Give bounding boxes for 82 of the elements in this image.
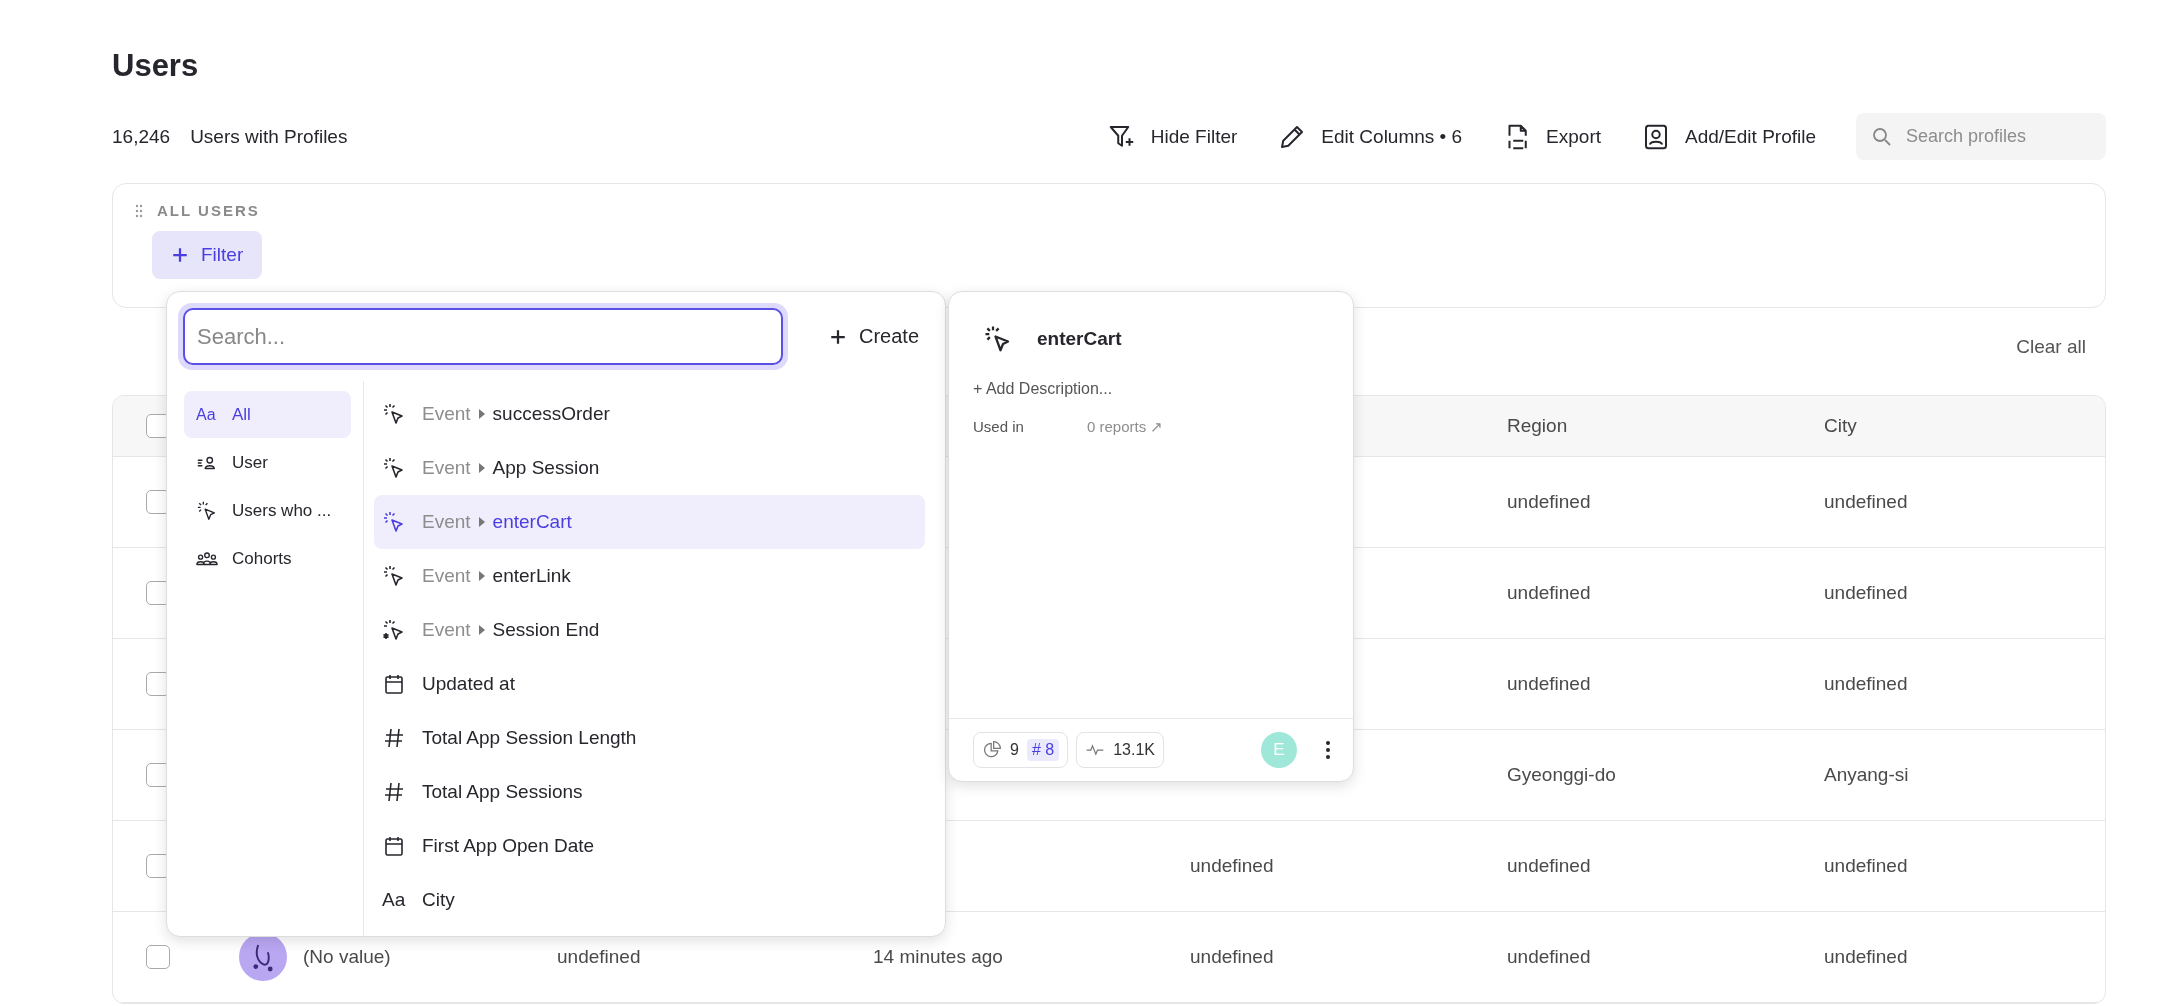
caret-icon xyxy=(478,463,485,473)
pie-chart-icon xyxy=(982,740,1002,760)
add-filter-button[interactable]: Filter xyxy=(152,231,263,279)
item-type-label: Event xyxy=(422,403,471,425)
category-item[interactable]: Cohorts xyxy=(184,535,351,582)
cursor-click-icon xyxy=(382,402,406,426)
text-type-icon: Aa xyxy=(196,405,218,424)
category-item[interactable]: User xyxy=(184,439,351,486)
table-cell: undefined xyxy=(1824,855,1908,877)
property-item[interactable]: Event successOrder xyxy=(374,387,925,441)
csv-tool-button[interactable]: Export xyxy=(1502,121,1602,152)
category-item[interactable]: Aa All xyxy=(184,391,351,438)
count-label: Users with Profiles xyxy=(190,125,348,148)
table-cell: undefined xyxy=(1824,946,1908,968)
cursor-click-icon xyxy=(382,510,406,534)
more-options-icon[interactable] xyxy=(1325,740,1331,760)
property-item[interactable]: Event enterCart xyxy=(374,495,925,549)
drag-handle-icon[interactable] xyxy=(135,203,143,218)
pencil-tool-button[interactable]: Edit Columns • 6 xyxy=(1277,121,1463,152)
menu-search-field[interactable]: Search... xyxy=(183,308,783,365)
caret-icon xyxy=(478,625,485,635)
clear-all-button[interactable]: Clear all xyxy=(2016,336,2086,358)
caret-icon xyxy=(478,517,485,527)
table-cell: Gyeonggi-do xyxy=(1507,764,1616,786)
property-item[interactable]: First App Open Date xyxy=(374,819,925,873)
cursor-click-icon xyxy=(382,564,406,588)
table-cell: undefined xyxy=(1507,582,1591,604)
table-cell: undefined xyxy=(1824,491,1908,513)
tag-count: # 8 xyxy=(1026,739,1060,761)
table-cell: undefined xyxy=(1190,946,1274,968)
search-input[interactable]: Search profiles xyxy=(1906,113,2096,160)
property-item[interactable]: Event App Session xyxy=(374,441,925,495)
property-item[interactable]: Event enterLink xyxy=(374,549,925,603)
caret-icon xyxy=(478,409,485,419)
cursor-click-icon xyxy=(196,499,218,522)
column-header[interactable]: City xyxy=(1824,415,1857,437)
table-cell: undefined xyxy=(1824,673,1908,695)
cursor-click-icon xyxy=(382,618,406,642)
owner-avatar: E xyxy=(1261,732,1297,768)
item-type-label: Event xyxy=(422,565,471,587)
table-cell: undefined xyxy=(1507,946,1591,968)
calendar-icon xyxy=(382,672,406,696)
item-type-label: Event xyxy=(422,511,471,533)
reports-count: 9 xyxy=(1010,741,1019,759)
property-item[interactable]: Event Session End xyxy=(374,603,925,657)
item-type-label: Event xyxy=(422,619,471,641)
filter-tool-button[interactable]: Hide Filter xyxy=(1106,121,1238,152)
add-description-link[interactable]: + Add Description... xyxy=(973,380,1113,398)
plus-icon xyxy=(171,246,189,264)
calendar-icon xyxy=(382,834,406,858)
page-title: Users xyxy=(112,47,200,85)
plus-icon xyxy=(828,327,847,346)
table-cell: undefined xyxy=(1824,582,1908,604)
property-item[interactable]: Total App Sessions xyxy=(374,765,925,819)
text-type-icon: Aa xyxy=(382,889,406,911)
event-volume: 13.1K xyxy=(1113,741,1155,759)
hash-icon xyxy=(382,726,406,750)
item-type-label: Event xyxy=(422,457,471,479)
table-cell: undefined xyxy=(557,946,641,968)
table-cell: undefined xyxy=(1507,673,1591,695)
profile-tool-button[interactable]: Add/Edit Profile xyxy=(1641,121,1816,152)
used-in-label: Used in xyxy=(973,418,1025,436)
search-field[interactable]: Search profiles xyxy=(1856,113,2106,160)
column-header[interactable]: Region xyxy=(1507,415,1568,437)
hash-icon xyxy=(382,780,406,804)
caret-icon xyxy=(478,571,485,581)
table-cell: 14 minutes ago xyxy=(873,946,1003,968)
user-count: 16,246 xyxy=(112,125,171,148)
create-button[interactable]: Create xyxy=(822,325,925,348)
table-cell: (No value) xyxy=(303,946,391,968)
row-checkbox[interactable] xyxy=(146,945,170,969)
filter-group-heading: ALL USERS xyxy=(157,202,260,219)
property-item[interactable]: Aa City xyxy=(374,873,925,927)
table-cell: undefined xyxy=(1507,491,1591,513)
property-item[interactable]: Total App Session Length xyxy=(374,711,925,765)
property-item[interactable]: Updated at xyxy=(374,657,925,711)
table-cell: undefined xyxy=(1507,855,1591,877)
category-item[interactable]: Users who ... xyxy=(184,487,351,534)
cursor-click-icon xyxy=(382,456,406,480)
table-cell: undefined xyxy=(1190,855,1274,877)
table-cell: Anyang-si xyxy=(1824,764,1909,786)
event-title: enterCart xyxy=(1037,328,1122,350)
